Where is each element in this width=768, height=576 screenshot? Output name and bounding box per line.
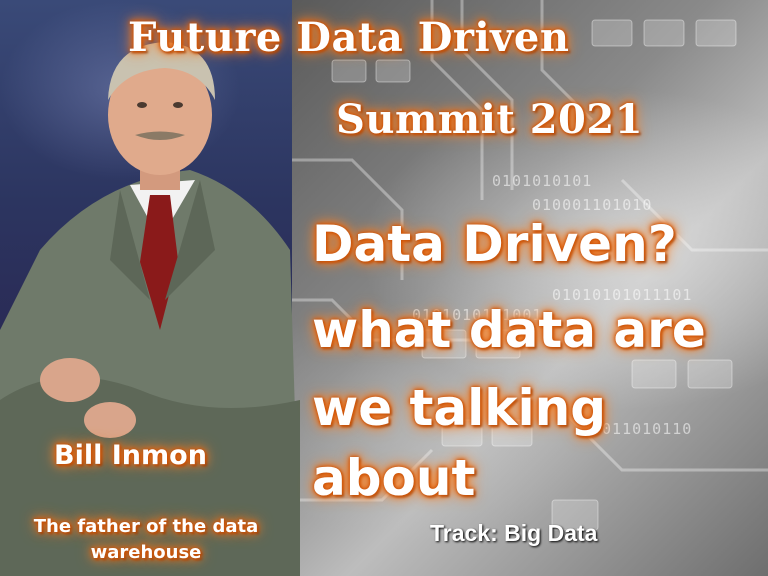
track-label: Track: Big Data	[430, 520, 598, 546]
talk-title-line-3: we talking	[312, 379, 607, 437]
summit-title-line-1: Future Data Driven	[128, 14, 570, 61]
binary-row: 010001101010	[532, 196, 653, 214]
summit-title-line-2: Summit 2021	[336, 96, 644, 143]
binary-row: 0101010101	[492, 172, 593, 190]
speaker-photo	[0, 42, 300, 576]
event-slide: 0101010101 010001101010 01010101011101 0…	[0, 0, 768, 576]
talk-title-line-4: about	[312, 449, 476, 507]
speaker-name: Bill Inmon	[54, 440, 207, 471]
binary-row: 1011010110	[592, 420, 693, 438]
talk-title-line-1: Data Driven?	[312, 215, 677, 273]
talk-title-line-2: what data are	[312, 301, 706, 359]
speaker-role: The father of the data warehouse	[33, 516, 259, 563]
